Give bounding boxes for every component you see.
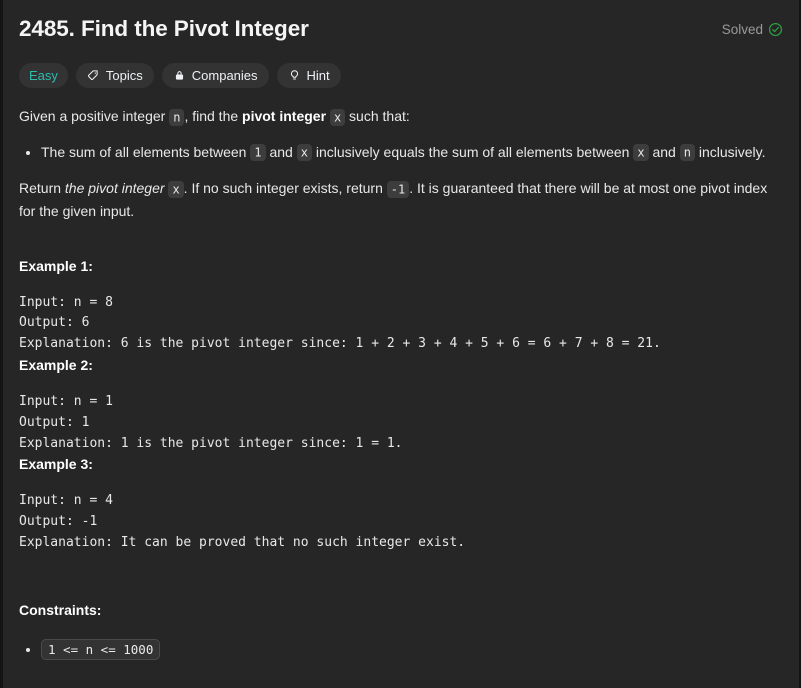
code-chip-neg-one: -1 [386, 180, 410, 198]
example-1: Example 1: Input: n = 8 Output: 6 Explan… [19, 256, 783, 355]
return-text-1: Return [19, 180, 65, 197]
difficulty-label: Easy [29, 68, 58, 83]
topics-label: Topics [105, 68, 143, 83]
problem-statement-return: Return the pivot integer x. If no such i… [19, 177, 783, 222]
lightbulb-icon [288, 69, 301, 82]
example-2: Example 2: Input: n = 1 Output: 1 Explan… [19, 355, 783, 454]
bullet-text-1: The sum of all elements between [41, 143, 251, 160]
hint-label: Hint [306, 68, 330, 83]
example-title: Example 1: [19, 257, 93, 274]
example-3: Example 3: Input: n = 4 Output: -1 Expla… [19, 454, 783, 553]
problem-content: 2485. Find the Pivot Integer Solved Easy [3, 0, 799, 665]
problem-header: 2485. Find the Pivot Integer Solved [19, 14, 783, 44]
code-chip-one: 1 [250, 144, 266, 162]
problem-description-panel: 2485. Find the Pivot Integer Solved Easy [0, 0, 801, 688]
example-title: Example 3: [19, 456, 93, 473]
list-item: 1 <= n <= 1000 [41, 635, 783, 665]
return-italic-term: the pivot integer [64, 180, 165, 197]
hint-button[interactable]: Hint [276, 63, 341, 88]
bullet-text-4: and [648, 143, 680, 160]
constraint-code: 1 <= n <= 1000 [41, 638, 161, 660]
companies-label: Companies [191, 68, 258, 83]
code-chip-n: n [169, 108, 185, 126]
intro-text-2: , find the [184, 108, 243, 124]
status-badge: Solved [722, 22, 783, 37]
example-body: Input: n = 1 Output: 1 Explanation: 1 is… [19, 394, 403, 451]
code-chip-x-left: x [296, 144, 312, 162]
companies-button[interactable]: Companies [161, 63, 269, 88]
code-chip-x: x [329, 108, 346, 126]
problem-statement-intro: Given a positive integer n, find the piv… [19, 105, 783, 128]
code-chip-n-right: n [679, 144, 695, 162]
bullet-text-5: inclusively. [694, 143, 766, 160]
check-circle-icon [768, 22, 783, 37]
code-chip-x-right: x [633, 144, 649, 162]
example-title: Example 2: [19, 357, 93, 374]
topics-button[interactable]: Topics [75, 63, 154, 88]
difficulty-badge-easy[interactable]: Easy [19, 63, 68, 88]
tag-icon [87, 69, 100, 82]
intro-text-1: Given a positive integer [19, 108, 170, 124]
statement-bullet-list: The sum of all elements between 1 and x … [19, 141, 783, 164]
lock-icon [173, 69, 186, 82]
return-text-2: . If no such integer exists, return [183, 180, 387, 197]
bullet-text-2: and [265, 143, 297, 160]
example-body: Input: n = 8 Output: 6 Explanation: 6 is… [19, 294, 661, 352]
constraints-list: 1 <= n <= 1000 [19, 635, 783, 665]
example-body: Input: n = 4 Output: -1 Explanation: It … [19, 493, 466, 551]
constraints-title: Constraints: [19, 601, 102, 618]
intro-bold-term: pivot integer [242, 108, 327, 124]
code-chip-return-x: x [168, 180, 184, 198]
page-title: 2485. Find the Pivot Integer [19, 16, 309, 41]
list-item: The sum of all elements between 1 and x … [41, 141, 783, 164]
tag-row: Easy Topics Companies Hint [19, 63, 783, 88]
bullet-text-3: inclusively equals the sum of all elemen… [311, 143, 634, 160]
status-label: Solved [721, 22, 763, 37]
intro-text-3: such that: [345, 108, 410, 124]
